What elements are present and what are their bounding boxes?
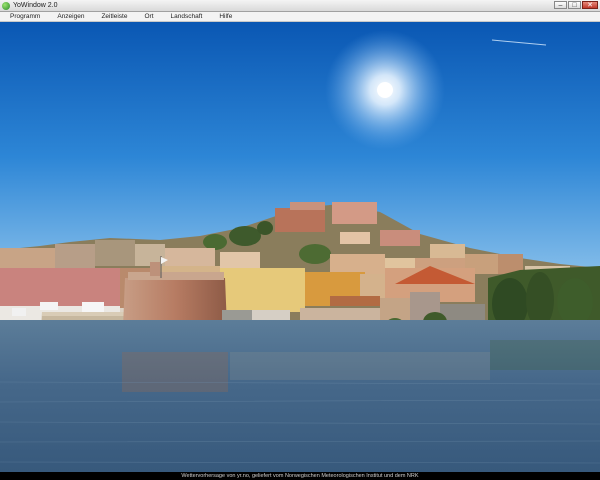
harbor-reflection [230, 352, 490, 380]
window-title: YoWindow 2.0 [13, 2, 58, 9]
landscape-view[interactable] [0, 22, 600, 472]
menu-landschaft[interactable]: Landschaft [161, 13, 210, 20]
tower-reflection [122, 352, 228, 392]
maximize-button[interactable]: □ [568, 1, 581, 9]
app-icon [2, 1, 10, 10]
sun [377, 82, 393, 98]
menu-programm[interactable]: Programm [0, 13, 47, 20]
status-bar: Wettervorhersage von yr.no, geliefert vo… [0, 472, 600, 480]
title-bar: YoWindow 2.0 – □ ✕ [0, 0, 600, 12]
window-controls: – □ ✕ [554, 1, 598, 9]
menu-hilfe[interactable]: Hilfe [209, 13, 239, 20]
close-button[interactable]: ✕ [582, 1, 598, 9]
menu-ort[interactable]: Ort [134, 13, 160, 20]
minimize-button[interactable]: – [554, 1, 567, 9]
hill-reflection [490, 340, 600, 370]
menu-zeitleiste[interactable]: Zeitleiste [91, 13, 134, 20]
menu-anzeigen[interactable]: Anzeigen [47, 13, 91, 20]
menu-bar: Programm Anzeigen Zeitleiste Ort Landsch… [0, 12, 600, 22]
